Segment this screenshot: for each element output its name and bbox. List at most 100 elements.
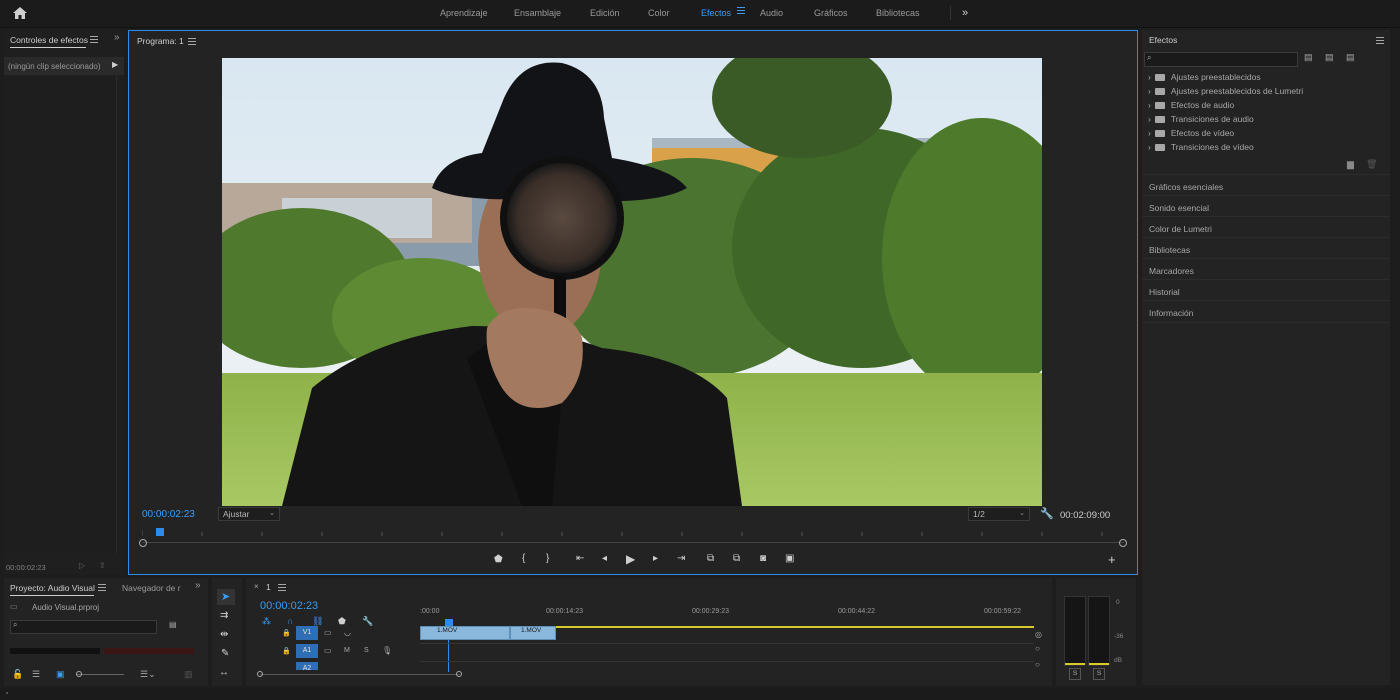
nest-icon[interactable]: ⁂ — [262, 616, 271, 627]
sync-lock-icon[interactable]: ▭ — [324, 628, 332, 637]
add-marker-icon[interactable]: ⬟ — [494, 554, 503, 565]
workspace-tab-color[interactable]: Color — [648, 8, 670, 18]
expand-panels-icon[interactable]: » — [114, 32, 120, 43]
zoom-handle-left[interactable] — [139, 539, 147, 547]
section-sonido-esencial[interactable]: Sonido esencial — [1142, 195, 1390, 216]
effects-tab[interactable]: Efectos — [1149, 35, 1177, 45]
microphone-icon[interactable]: 🎙 — [382, 646, 392, 655]
video-clip[interactable]: 1.MOV — [420, 626, 510, 640]
workspace-tab-edicion[interactable]: Edición — [590, 8, 620, 18]
sync-lock-icon[interactable]: ▭ — [324, 646, 332, 655]
effect-controls-tab[interactable]: Controles de efectos — [10, 35, 88, 45]
zoom-slider[interactable] — [76, 674, 124, 675]
track-select-tool-icon[interactable]: ⇉ — [220, 610, 228, 621]
export-icon[interactable]: ⇪ — [99, 561, 106, 570]
solo-right-button[interactable]: S — [1093, 668, 1105, 680]
new-search-bin-icon[interactable]: ▤ — [169, 620, 177, 629]
program-playhead[interactable] — [156, 528, 164, 536]
wrench-icon[interactable]: 🔧 — [1040, 507, 1054, 520]
track-scroll-handle[interactable]: ○ — [1035, 660, 1040, 669]
video-clip[interactable]: 1.MOV — [510, 626, 556, 640]
timeline-zoom-scrollbar[interactable] — [260, 674, 460, 675]
workspace-tab-bibliotecas[interactable]: Bibliotecas — [876, 8, 920, 18]
section-graficos-esenciales[interactable]: Gráficos esenciales — [1142, 174, 1390, 195]
yuv-effects-icon[interactable]: ▤ — [1346, 52, 1355, 63]
slip-tool-icon[interactable]: ↔ — [219, 667, 229, 678]
zoom-handle-right[interactable] — [1119, 539, 1127, 547]
project-tab[interactable]: Proyecto: Audio Visual — [10, 583, 95, 593]
lock-track-icon[interactable]: 🔒 — [282, 647, 291, 655]
effects-search-input[interactable]: ⌕ — [1144, 52, 1298, 67]
export-frame-icon[interactable]: ◙ — [760, 553, 766, 564]
close-sequence-icon[interactable]: × — [254, 582, 259, 591]
mute-button[interactable]: M — [344, 647, 350, 654]
track-scroll-handle[interactable]: ◎ — [1035, 630, 1042, 639]
solo-button[interactable]: S — [364, 647, 369, 654]
resolution-dropdown[interactable]: 1/2 ⌄ — [968, 507, 1030, 521]
workspace-tab-ensamblaje[interactable]: Ensamblaje — [514, 8, 561, 18]
workspace-tab-aprendizaje[interactable]: Aprendizaje — [440, 8, 488, 18]
track-scroll-handle[interactable]: ○ — [1035, 644, 1040, 653]
filter-icon[interactable]: ▷ — [79, 561, 85, 570]
effect-controls-timecode[interactable]: 00:00:02:23 — [6, 563, 46, 572]
program-tab[interactable]: Programa: 1 — [137, 36, 184, 46]
lift-icon[interactable]: ⧉ — [707, 553, 714, 564]
mark-out-icon[interactable]: } — [546, 553, 549, 564]
program-current-timecode[interactable]: 00:00:02:23 — [142, 509, 195, 520]
section-bibliotecas[interactable]: Bibliotecas — [1142, 237, 1390, 258]
tree-item[interactable]: › Transiciones de vídeo — [1148, 142, 1254, 152]
new-bin-icon[interactable]: ▆ — [1347, 159, 1354, 170]
selection-tool-icon[interactable]: ➤ — [221, 590, 230, 603]
mark-in-icon[interactable]: { — [522, 553, 525, 564]
go-to-out-icon[interactable]: ⇥ — [677, 553, 685, 564]
track-target-a2[interactable]: A2 — [296, 662, 318, 670]
timeline-timecode[interactable]: 00:00:02:23 — [260, 600, 318, 612]
lock-track-icon[interactable]: 🔒 — [282, 629, 291, 637]
play-clip-icon[interactable]: ▶ — [112, 60, 118, 69]
track-target-a1[interactable]: A1 — [296, 644, 318, 658]
program-menu-icon[interactable] — [188, 38, 196, 45]
tree-item[interactable]: › Efectos de vídeo — [1148, 128, 1234, 138]
timeline-ruler[interactable]: :00:00 00:00:14:23 00:00:29:23 00:00:44:… — [420, 606, 1034, 628]
razor-tool-icon[interactable]: ✎ — [221, 648, 229, 659]
workspace-menu-icon[interactable] — [737, 7, 745, 17]
zoom-handle-left[interactable] — [257, 671, 263, 677]
fit-dropdown[interactable]: Ajustar ⌄ — [218, 507, 280, 521]
zoom-handle-right[interactable] — [456, 671, 462, 677]
tree-item[interactable]: › Ajustes preestablecidos de Lumetri — [1148, 86, 1303, 96]
project-menu-icon[interactable] — [98, 584, 106, 591]
play-icon[interactable]: ▶ — [626, 552, 635, 566]
comparison-view-icon[interactable]: ▣ — [785, 553, 794, 564]
zoom-scrollbar[interactable] — [142, 542, 1124, 543]
home-icon[interactable] — [12, 6, 28, 20]
go-to-in-icon[interactable]: ⇤ — [576, 553, 584, 564]
panel-menu-icon[interactable] — [90, 36, 98, 43]
automate-icon[interactable]: ▥ — [184, 669, 193, 680]
tree-item[interactable]: › Ajustes preestablecidos — [1148, 72, 1261, 82]
media-browser-tab[interactable]: Navegador de r — [122, 583, 181, 593]
sequence-menu-icon[interactable] — [278, 584, 286, 591]
trash-icon[interactable]: 🗑 — [1366, 159, 1377, 170]
list-view-icon[interactable]: ☰ — [32, 669, 40, 680]
extract-icon[interactable]: ⧉ — [733, 553, 740, 564]
section-color-lumetri[interactable]: Color de Lumetri — [1142, 216, 1390, 237]
expand-panels-icon[interactable]: » — [195, 580, 201, 591]
track-target-v1[interactable]: V1 — [296, 626, 318, 640]
solo-left-button[interactable]: S — [1069, 668, 1081, 680]
sort-icon[interactable]: ☰⌄ — [140, 669, 156, 680]
effects-menu-icon[interactable] — [1376, 37, 1384, 44]
section-historial[interactable]: Historial — [1142, 279, 1390, 300]
project-search-input[interactable]: ⌕ — [10, 620, 157, 634]
accelerated-effects-icon[interactable]: ▤ — [1304, 52, 1313, 63]
timeline-playhead-handle[interactable] — [445, 619, 453, 626]
32bit-effects-icon[interactable]: ▤ — [1325, 52, 1334, 63]
workspace-tab-efectos[interactable]: Efectos — [701, 8, 731, 18]
snap-icon[interactable]: ∩ — [287, 616, 293, 626]
button-editor-icon[interactable]: + — [1108, 552, 1116, 567]
more-workspaces-icon[interactable]: » — [962, 7, 968, 19]
video-frame[interactable] — [222, 58, 1042, 506]
eye-icon[interactable]: ◡ — [344, 628, 351, 637]
workspace-tab-audio[interactable]: Audio — [760, 8, 783, 18]
icon-view-icon[interactable]: ▣ — [56, 669, 65, 680]
zoom-slider-handle[interactable] — [76, 671, 82, 677]
